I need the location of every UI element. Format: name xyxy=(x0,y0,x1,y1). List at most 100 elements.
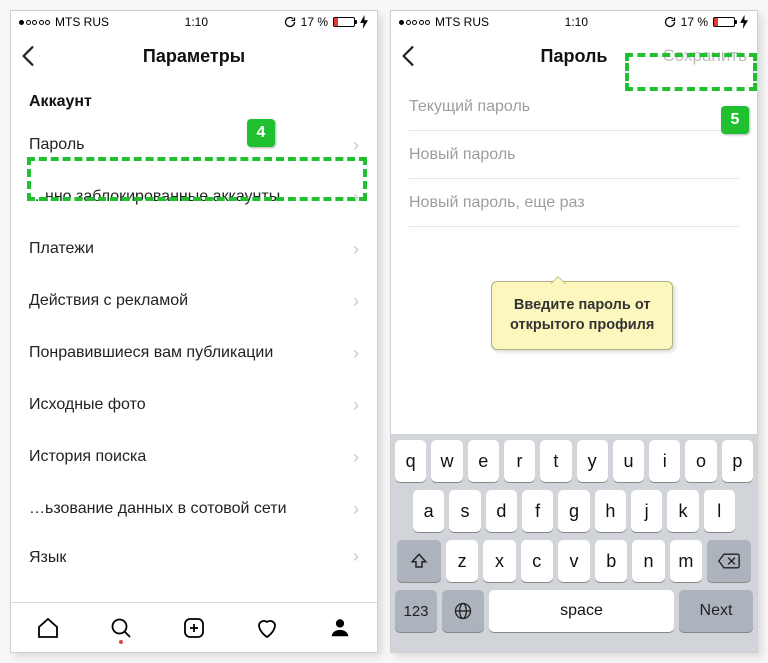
key-p[interactable]: p xyxy=(722,440,753,482)
tooltip-callout: Введите пароль от открытого профиля xyxy=(491,281,673,350)
key-i[interactable]: i xyxy=(649,440,680,482)
key-next[interactable]: Next xyxy=(679,590,753,632)
tab-search[interactable] xyxy=(109,616,133,640)
status-bar: MTS RUS 1:10 17 % xyxy=(11,11,377,33)
key-m[interactable]: m xyxy=(670,540,702,582)
new-password-field[interactable]: Новый пароль xyxy=(409,131,739,179)
chevron-right-icon: › xyxy=(353,546,359,567)
charging-icon xyxy=(740,15,749,29)
row-payments[interactable]: Платежи › xyxy=(29,223,359,275)
chevron-left-icon xyxy=(21,45,35,67)
carrier-label: MTS RUS xyxy=(435,15,489,29)
key-y[interactable]: y xyxy=(577,440,608,482)
keyboard: q w e r t y u i o p a s d f g h j k l z xyxy=(391,434,757,652)
key-j[interactable]: j xyxy=(631,490,662,532)
key-u[interactable]: u xyxy=(613,440,644,482)
row-cellular[interactable]: …ьзование данных в сотовой сети › xyxy=(29,483,359,535)
key-n[interactable]: n xyxy=(632,540,664,582)
row-password[interactable]: Пароль › xyxy=(29,119,359,171)
key-a[interactable]: a xyxy=(413,490,444,532)
step-badge-5: 5 xyxy=(721,106,749,134)
key-backspace[interactable] xyxy=(707,540,751,582)
chevron-right-icon: › xyxy=(353,187,359,208)
row-label: Язык xyxy=(29,549,66,567)
key-l[interactable]: l xyxy=(704,490,735,532)
battery-pct: 17 % xyxy=(681,15,708,29)
row-label: Исходные фото xyxy=(29,396,146,414)
tab-bar xyxy=(11,602,377,652)
password-form: Текущий пароль Новый пароль Новый пароль… xyxy=(391,79,757,227)
row-label: …ьзование данных в сотовой сети xyxy=(29,500,287,518)
signal-dots-icon xyxy=(19,20,50,25)
refresh-icon xyxy=(284,16,296,28)
repeat-password-field[interactable]: Новый пароль, еще раз xyxy=(409,179,739,227)
key-b[interactable]: b xyxy=(595,540,627,582)
chevron-right-icon: › xyxy=(353,447,359,468)
key-x[interactable]: x xyxy=(483,540,515,582)
chevron-right-icon: › xyxy=(353,239,359,260)
row-search-history[interactable]: История поиска › xyxy=(29,431,359,483)
back-button[interactable] xyxy=(21,33,51,79)
tab-profile[interactable] xyxy=(328,617,352,639)
page-title: Пароль xyxy=(541,46,608,67)
current-password-field[interactable]: Текущий пароль xyxy=(409,83,739,131)
shift-icon xyxy=(410,552,428,570)
row-label: История поиска xyxy=(29,448,146,466)
key-s[interactable]: s xyxy=(449,490,480,532)
battery-icon xyxy=(713,17,735,27)
key-k[interactable]: k xyxy=(667,490,698,532)
row-label: Понравившиеся вам публикации xyxy=(29,344,273,362)
key-space[interactable]: space xyxy=(489,590,674,632)
add-icon xyxy=(182,616,206,640)
key-t[interactable]: t xyxy=(540,440,571,482)
callout-line: открытого профиля xyxy=(510,316,654,336)
key-e[interactable]: e xyxy=(468,440,499,482)
nav-header: Пароль Сохранить xyxy=(391,33,757,79)
refresh-icon xyxy=(664,16,676,28)
nav-header: Параметры xyxy=(11,33,377,79)
page-title: Параметры xyxy=(143,46,245,67)
settings-screen: MTS RUS 1:10 17 % Параметры Аккаунт Паро… xyxy=(10,10,378,653)
tab-add[interactable] xyxy=(182,616,206,640)
key-f[interactable]: f xyxy=(522,490,553,532)
chevron-right-icon: › xyxy=(353,291,359,312)
signal-dots-icon xyxy=(399,20,430,25)
callout-line: Введите пароль от xyxy=(510,296,654,316)
row-ads[interactable]: Действия с рекламой › xyxy=(29,275,359,327)
key-v[interactable]: v xyxy=(558,540,590,582)
chevron-right-icon: › xyxy=(353,343,359,364)
key-g[interactable]: g xyxy=(558,490,589,532)
chevron-left-icon xyxy=(401,45,415,67)
globe-icon xyxy=(453,601,473,621)
key-q[interactable]: q xyxy=(395,440,426,482)
key-w[interactable]: w xyxy=(431,440,462,482)
row-language[interactable]: Язык › xyxy=(29,535,359,567)
clock: 1:10 xyxy=(565,15,588,29)
profile-icon xyxy=(329,617,351,639)
save-button[interactable]: Сохранить xyxy=(663,33,747,79)
row-blocked[interactable]: …нно заблокированные аккаунты › xyxy=(29,171,359,223)
key-r[interactable]: r xyxy=(504,440,535,482)
tab-activity[interactable] xyxy=(255,616,279,640)
key-c[interactable]: c xyxy=(521,540,553,582)
row-label: Платежи xyxy=(29,240,94,258)
row-label: Действия с рекламой xyxy=(29,292,188,310)
row-original[interactable]: Исходные фото › xyxy=(29,379,359,431)
back-button[interactable] xyxy=(401,33,431,79)
home-icon xyxy=(36,616,60,640)
row-liked[interactable]: Понравившиеся вам публикации › xyxy=(29,327,359,379)
key-d[interactable]: d xyxy=(486,490,517,532)
key-o[interactable]: o xyxy=(685,440,716,482)
charging-icon xyxy=(360,15,369,29)
key-shift[interactable] xyxy=(397,540,441,582)
key-globe[interactable] xyxy=(442,590,484,632)
key-z[interactable]: z xyxy=(446,540,478,582)
key-123[interactable]: 123 xyxy=(395,590,437,632)
key-h[interactable]: h xyxy=(595,490,626,532)
step-badge-4: 4 xyxy=(247,119,275,147)
tab-home[interactable] xyxy=(36,616,60,640)
row-label: Пароль xyxy=(29,136,85,154)
row-label: …нно заблокированные аккаунты xyxy=(29,188,280,206)
notification-dot-icon xyxy=(119,640,123,644)
password-screen: MTS RUS 1:10 17 % Пароль Сохранить Текущ… xyxy=(390,10,758,653)
